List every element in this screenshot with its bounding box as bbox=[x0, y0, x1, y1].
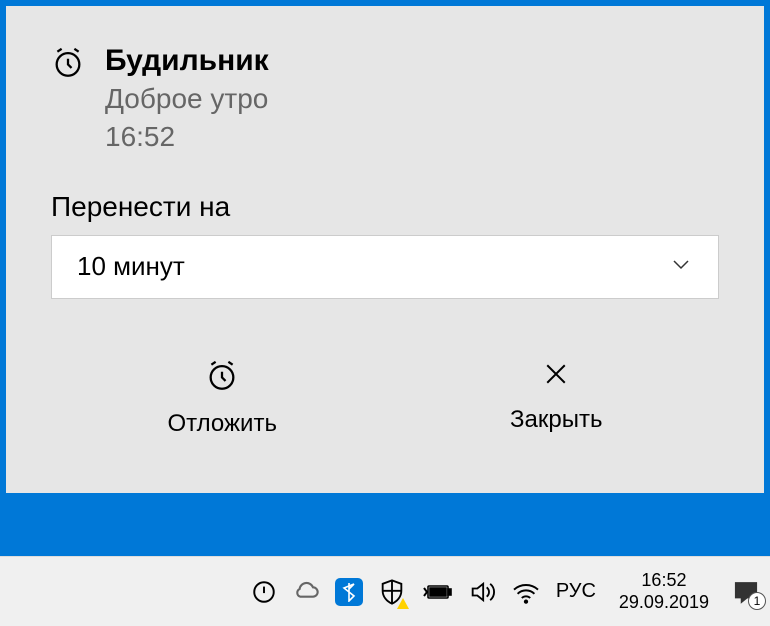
taskbar-clock[interactable]: 16:52 29.09.2019 bbox=[611, 570, 717, 613]
clock-time: 16:52 bbox=[641, 570, 686, 592]
bluetooth-icon[interactable] bbox=[335, 578, 363, 606]
alarm-notification: Будильник Доброе утро 16:52 Перенести на… bbox=[6, 6, 764, 493]
volume-icon[interactable] bbox=[468, 578, 496, 606]
action-center-icon[interactable]: 1 bbox=[732, 578, 760, 606]
language-indicator[interactable]: РУС bbox=[556, 580, 596, 603]
close-button-label: Закрыть bbox=[510, 406, 602, 434]
notification-actions: Отложить Закрыть bbox=[51, 349, 719, 448]
taskbar: РУС 16:52 29.09.2019 1 bbox=[0, 556, 770, 626]
power-icon[interactable] bbox=[251, 579, 277, 605]
alarm-clock-icon bbox=[51, 46, 85, 85]
snooze-dropdown[interactable]: 10 минут bbox=[51, 235, 719, 299]
snooze-button-label: Отложить bbox=[168, 410, 277, 438]
snooze-label: Перенести на bbox=[51, 191, 719, 223]
wifi-icon[interactable] bbox=[511, 580, 541, 604]
security-shield-icon[interactable] bbox=[378, 578, 406, 606]
snooze-button[interactable]: Отложить bbox=[128, 349, 317, 448]
notification-title: Будильник bbox=[105, 41, 269, 80]
notification-titles: Будильник Доброе утро 16:52 bbox=[105, 41, 269, 156]
system-tray: РУС 16:52 29.09.2019 1 bbox=[251, 570, 760, 613]
chevron-down-icon bbox=[669, 252, 693, 282]
warning-badge-icon bbox=[397, 598, 409, 609]
close-icon bbox=[541, 359, 571, 394]
notification-subtitle: Доброе утро bbox=[105, 80, 269, 118]
cloud-icon[interactable] bbox=[292, 578, 320, 606]
notification-header: Будильник Доброе утро 16:52 bbox=[51, 41, 719, 156]
battery-charging-icon[interactable] bbox=[421, 582, 453, 602]
notification-count-badge: 1 bbox=[748, 592, 766, 610]
close-button[interactable]: Закрыть bbox=[470, 349, 642, 448]
alarm-clock-icon bbox=[205, 359, 239, 398]
notification-time: 16:52 bbox=[105, 118, 269, 156]
dropdown-value: 10 минут bbox=[77, 251, 185, 282]
desktop-area: Будильник Доброе утро 16:52 Перенести на… bbox=[0, 0, 770, 556]
clock-date: 29.09.2019 bbox=[619, 592, 709, 614]
